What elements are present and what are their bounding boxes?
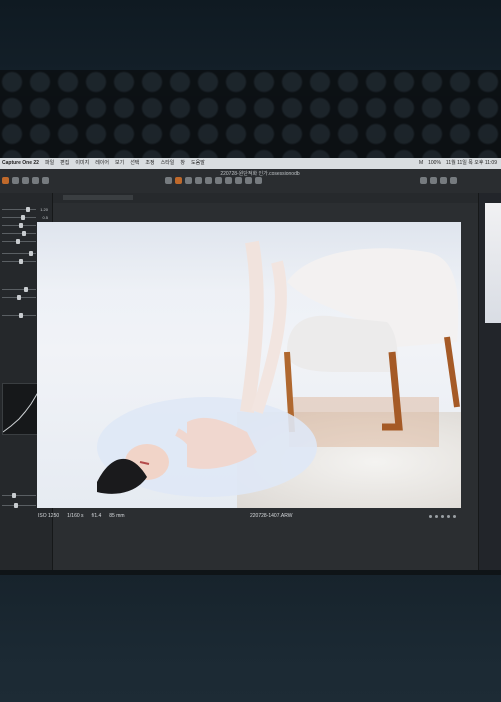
slider-track[interactable]	[2, 223, 36, 228]
slider-row-1[interactable]: 1.20	[2, 207, 48, 212]
slider-knob[interactable]	[19, 223, 23, 228]
slider-track[interactable]	[2, 239, 36, 244]
import-icon[interactable]	[2, 177, 9, 184]
image-metadata-bar: ISO 1250 1/160 s f/1.4 85 mm 220728-1407…	[38, 511, 458, 521]
menu-styles[interactable]: 스타일	[161, 158, 175, 169]
picker-tool-icon[interactable]	[245, 177, 252, 184]
document-title: 220728-원단적화 인가.cosessionodb	[220, 171, 300, 177]
right-tool-group	[420, 177, 457, 184]
gradient-tool-icon[interactable]	[235, 177, 242, 184]
acoustic-foam-panel	[0, 70, 501, 158]
cursor-tool-icon[interactable]	[32, 177, 39, 184]
slider-value: 1.20	[40, 207, 48, 212]
slider-knob[interactable]	[20, 215, 25, 220]
thumbnail[interactable]	[485, 203, 501, 323]
menu-layer[interactable]: 레이어	[95, 158, 109, 169]
slider-knob[interactable]	[29, 251, 34, 256]
clock[interactable]: 11월 11일 목 오후 11:09	[446, 158, 497, 169]
slider-track[interactable]	[2, 251, 36, 256]
slider-track[interactable]	[2, 503, 36, 508]
battery-status[interactable]: 100%	[428, 158, 441, 169]
slider-value: 0.5	[42, 215, 48, 220]
slider-track[interactable]	[2, 493, 36, 498]
slider-track[interactable]	[2, 215, 36, 220]
menu-window[interactable]: 창	[180, 158, 185, 169]
annotation-tool-icon[interactable]	[255, 177, 262, 184]
center-tool-group	[165, 177, 262, 184]
main-toolbar: 220728-원단적화 인가.cosessionodb	[0, 169, 501, 194]
keystone-tool-icon[interactable]	[195, 177, 202, 184]
crop-tool-icon[interactable]	[165, 177, 172, 184]
slider-track[interactable]	[2, 295, 36, 300]
slider-track[interactable]	[2, 259, 36, 264]
spot-tool-icon[interactable]	[205, 177, 212, 184]
image-viewer[interactable]: ISO 1250 1/160 s f/1.4 85 mm 220728-1407…	[37, 193, 478, 576]
rating-dot[interactable]	[435, 514, 438, 518]
zoom-select[interactable]	[63, 195, 133, 200]
slider-track[interactable]	[2, 207, 36, 212]
aperture-value: f/1.4	[91, 513, 102, 519]
focal-value: 85 mm	[109, 513, 125, 519]
chair-seat	[287, 315, 398, 372]
slider-knob[interactable]	[22, 231, 27, 236]
slider-knob[interactable]	[12, 493, 17, 498]
link-icon[interactable]	[450, 177, 457, 184]
status-m[interactable]: M	[419, 158, 423, 169]
rating-dot[interactable]	[441, 514, 444, 518]
menu-select[interactable]: 선택	[130, 158, 139, 169]
monitor-screen: Capture One 22 파일 편집 이미지 레이어 보기 선택 조정 스타…	[0, 158, 501, 576]
leg-left	[240, 240, 264, 414]
menu-file[interactable]: 파일	[45, 158, 54, 169]
eraser-tool-icon[interactable]	[225, 177, 232, 184]
chair-leg-back	[444, 336, 460, 408]
slider-track[interactable]	[2, 231, 36, 236]
undo-icon[interactable]	[12, 177, 19, 184]
macos-menubar: Capture One 22 파일 편집 이미지 레이어 보기 선택 조정 스타…	[0, 158, 501, 169]
slider-track[interactable]	[2, 313, 36, 318]
photo-preview[interactable]	[37, 222, 461, 508]
rotate-tool-icon[interactable]	[185, 177, 192, 184]
menu-image[interactable]: 이미지	[75, 158, 89, 169]
slider-track[interactable]	[2, 287, 36, 292]
menu-adjust[interactable]: 조정	[145, 158, 154, 169]
menubar-status: M 100% 11월 11일 목 오후 11:09	[419, 158, 497, 169]
menu-view[interactable]: 보기	[115, 158, 124, 169]
slider-knob[interactable]	[15, 239, 20, 244]
exposure-icon[interactable]	[430, 177, 437, 184]
iso-value: ISO 1250	[38, 513, 60, 519]
slider-knob[interactable]	[19, 259, 23, 264]
viewer-subtoolbar	[53, 193, 478, 203]
browser-panel	[478, 193, 501, 576]
rating-dot[interactable]	[447, 514, 450, 518]
rating-dots[interactable]	[429, 514, 456, 518]
rating-dot[interactable]	[453, 514, 456, 518]
slider-knob[interactable]	[17, 295, 22, 300]
menu-help[interactable]: 도움말	[191, 158, 205, 169]
slider-row-2[interactable]: 0.5	[2, 215, 48, 220]
brush-tool-icon[interactable]	[215, 177, 222, 184]
exif-group: ISO 1250 1/160 s f/1.4 85 mm	[38, 513, 125, 519]
filename-label: 220728-1407.ARW	[250, 513, 293, 519]
text-tool-icon[interactable]	[42, 177, 49, 184]
photo-scene	[97, 240, 460, 497]
room-floor	[0, 575, 501, 702]
slider-knob[interactable]	[13, 503, 18, 508]
redo-icon[interactable]	[22, 177, 29, 184]
shutter-value: 1/160 s	[67, 513, 84, 519]
app-menu[interactable]: Capture One 22	[2, 158, 39, 169]
rating-dot[interactable]	[429, 514, 432, 518]
slider-knob[interactable]	[24, 287, 29, 292]
left-tool-group	[2, 177, 49, 184]
menu-edit[interactable]: 편집	[60, 158, 69, 169]
view-grid-icon[interactable]	[420, 177, 427, 184]
slider-knob[interactable]	[25, 207, 30, 212]
pan-tool-icon[interactable]	[175, 177, 182, 184]
warning-icon[interactable]	[440, 177, 447, 184]
slider-knob[interactable]	[19, 313, 23, 318]
